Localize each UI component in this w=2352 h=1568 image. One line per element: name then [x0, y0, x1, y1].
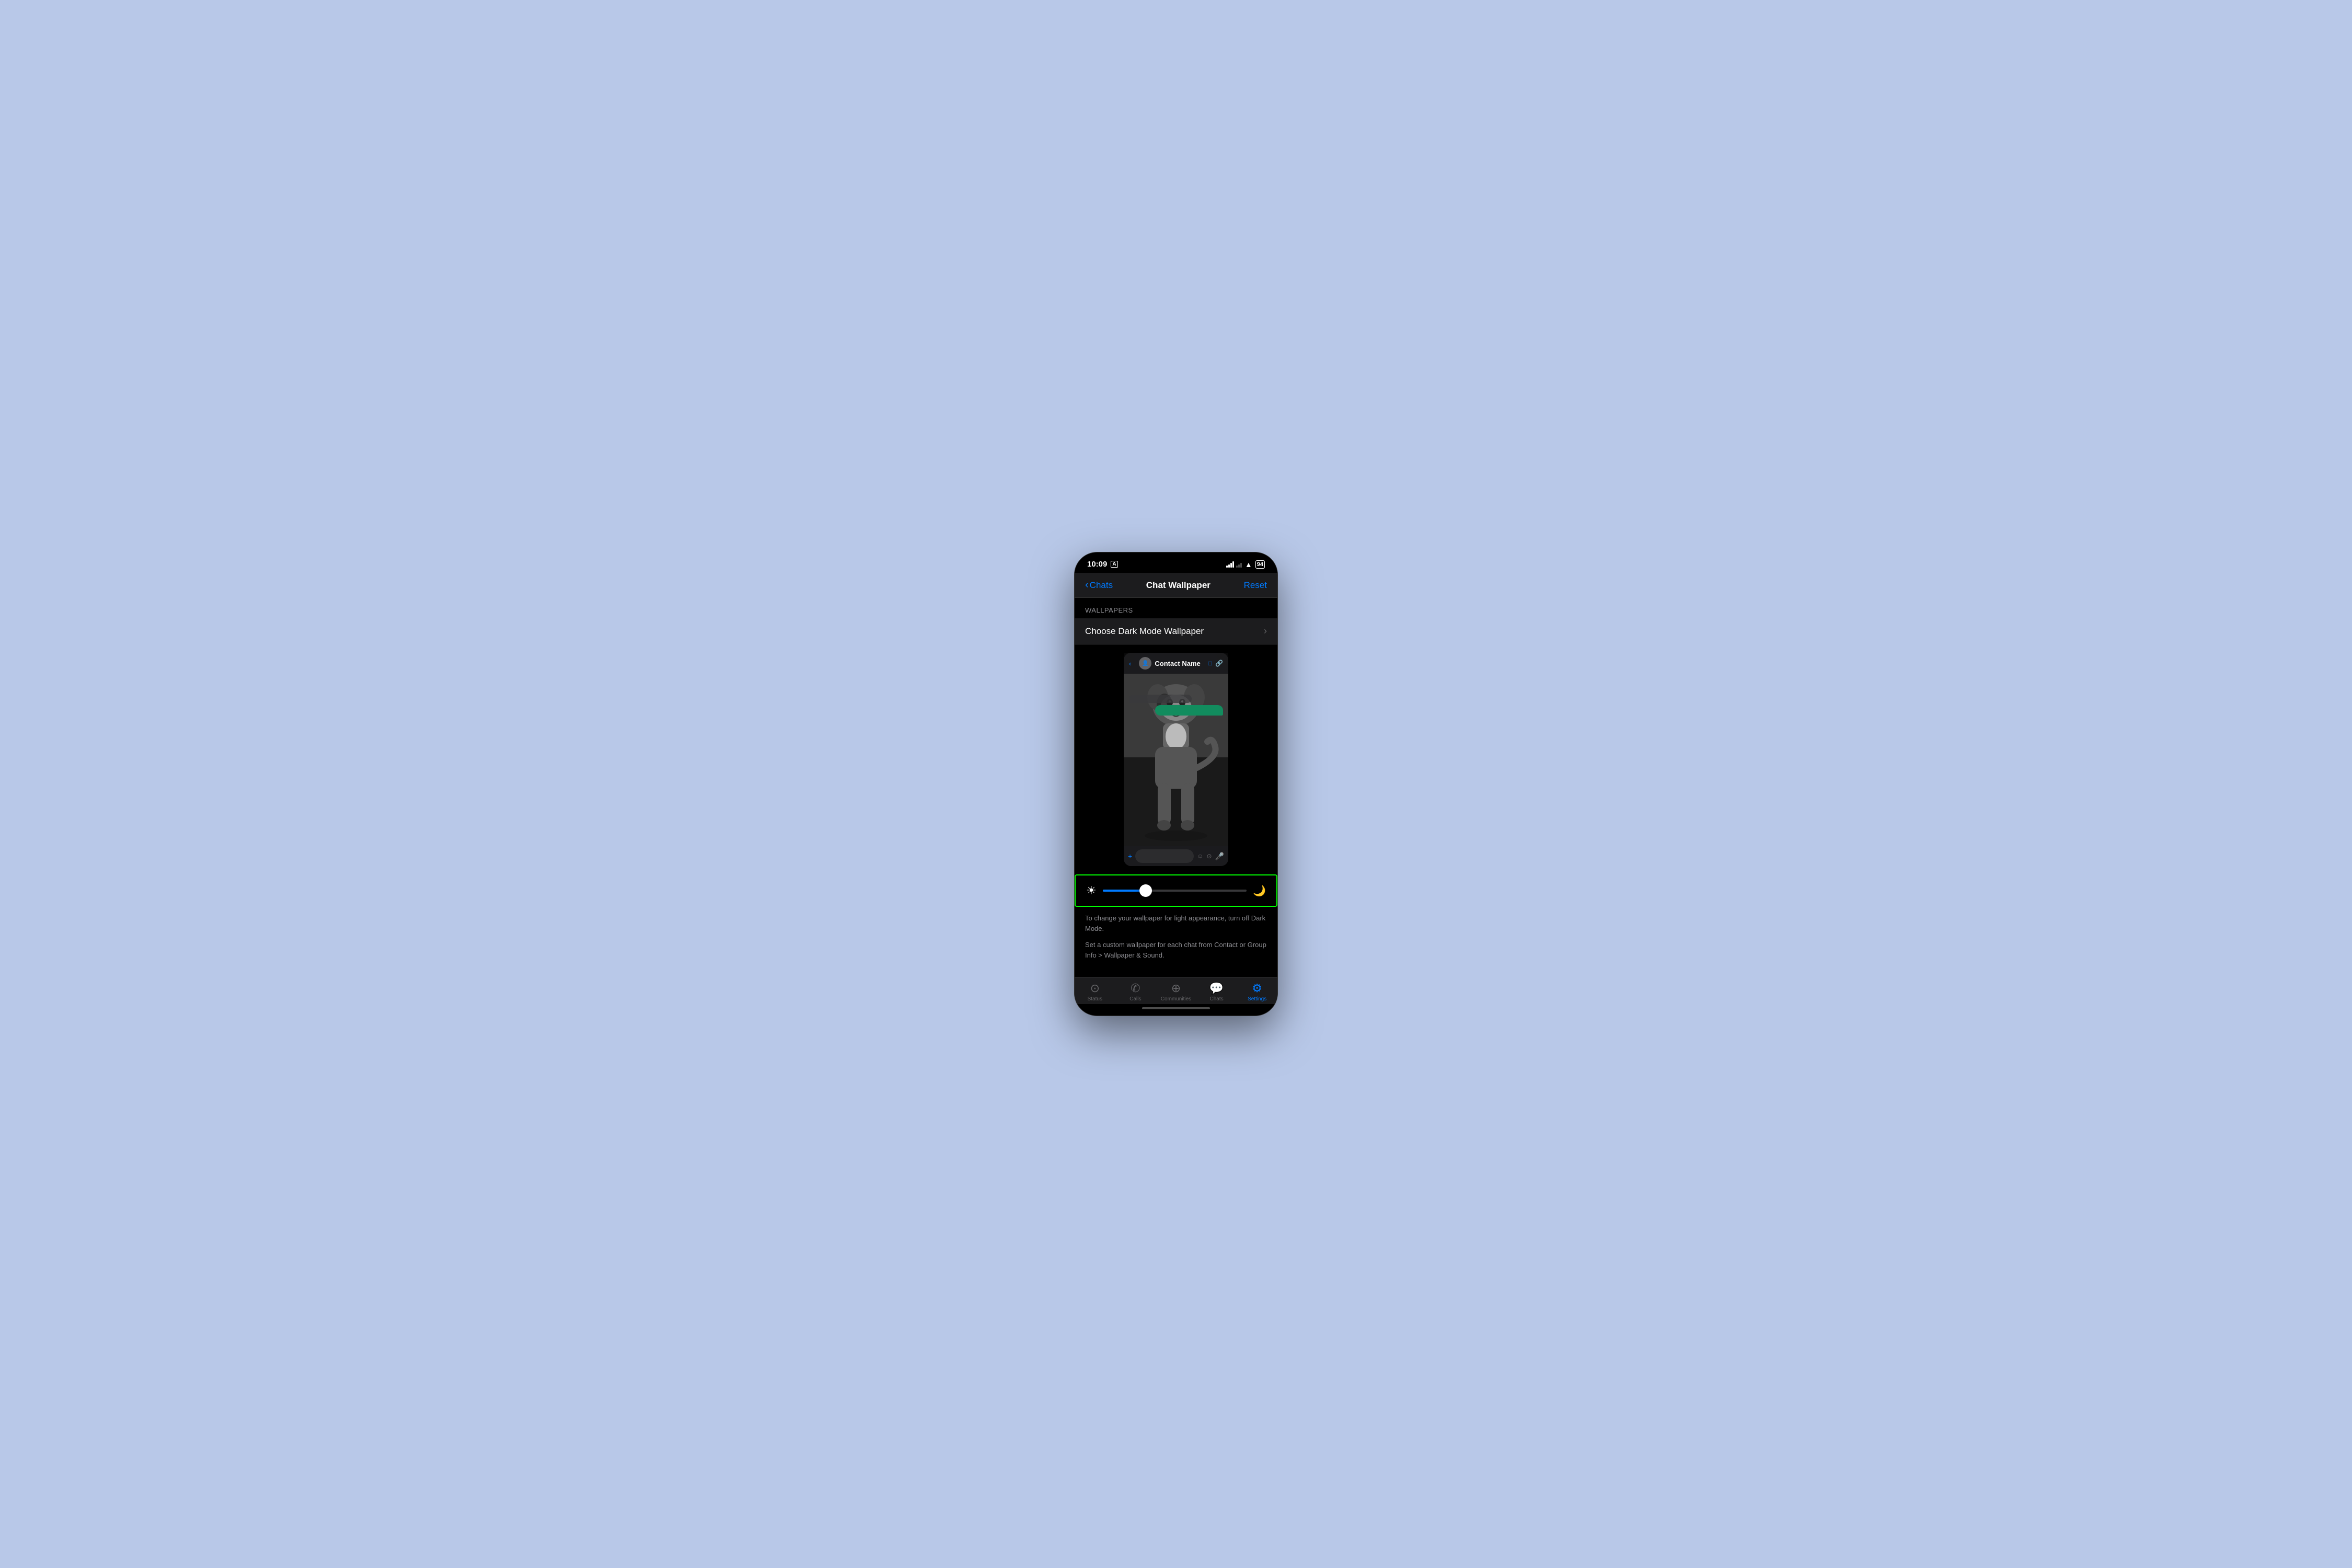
avatar-icon: 👤	[1142, 661, 1148, 666]
wifi-icon: ▲	[1245, 560, 1252, 569]
phone-frame: 10:09 A ▲ 94 ‹ Chats Chat Wal	[1074, 552, 1278, 1016]
message-bubbles	[1129, 695, 1223, 716]
slider-track[interactable]	[1103, 890, 1247, 892]
calls-tab-icon: ✆	[1131, 982, 1140, 995]
input-action-icons: ☺ ⊙	[1197, 852, 1212, 860]
chat-preview: ‹ 👤 Contact Name □ 🔗	[1124, 653, 1228, 866]
wallpapers-section-header: WALLPAPERS	[1075, 598, 1277, 618]
brightness-slider-section: ☀ 🌙	[1075, 874, 1277, 907]
status-time-area: 10:09 A	[1087, 560, 1118, 569]
info-text-dark-mode: To change your wallpaper for light appea…	[1085, 913, 1267, 933]
slider-container: ☀ 🌙	[1086, 884, 1266, 897]
status-tab-label: Status	[1088, 996, 1102, 1002]
calls-tab-label: Calls	[1129, 996, 1141, 1002]
chevron-right-icon: ›	[1264, 626, 1267, 637]
settings-tab-label: Settings	[1248, 996, 1266, 1002]
chat-preview-body	[1124, 674, 1228, 846]
dog-wallpaper-image	[1124, 674, 1228, 846]
page-title: Chat Wallpaper	[1146, 580, 1210, 591]
contact-name: Contact Name	[1155, 660, 1200, 667]
chat-preview-back-icon: ‹	[1129, 660, 1131, 667]
tab-calls[interactable]: ✆ Calls	[1115, 982, 1156, 1002]
tab-settings[interactable]: ⚙ Settings	[1237, 982, 1277, 1002]
video-call-icon: □	[1208, 660, 1212, 667]
received-message-bubble	[1129, 695, 1192, 703]
back-button[interactable]: ‹ Chats	[1085, 579, 1113, 591]
attachment-icon: +	[1128, 852, 1132, 860]
communities-tab-label: Communities	[1161, 996, 1191, 1002]
signal-icon	[1226, 561, 1242, 568]
chat-preview-action-icons: □ 🔗	[1208, 660, 1223, 667]
contact-avatar: 👤	[1139, 657, 1151, 670]
status-bar: 10:09 A ▲ 94	[1075, 552, 1277, 573]
microphone-icon: 🎤	[1215, 852, 1224, 861]
tab-bar: ⊙ Status ✆ Calls ⊕ Communities 💬 Chats ⚙…	[1075, 977, 1277, 1004]
info-text-custom-wallpaper: Set a custom wallpaper for each chat fro…	[1085, 940, 1267, 960]
chat-preview-contact: 👤 Contact Name	[1139, 657, 1200, 670]
chat-preview-container: ‹ 👤 Contact Name □ 🔗	[1075, 644, 1277, 874]
moon-icon: 🌙	[1253, 884, 1266, 897]
nav-bar: ‹ Chats Chat Wallpaper Reset	[1075, 573, 1277, 598]
battery-icon: 94	[1255, 560, 1265, 569]
phone-call-icon: 🔗	[1215, 660, 1223, 667]
info-section: To change your wallpaper for light appea…	[1075, 907, 1277, 977]
status-tab-icon: ⊙	[1090, 982, 1100, 995]
status-indicator: A	[1111, 561, 1117, 568]
chats-tab-label: Chats	[1210, 996, 1224, 1002]
chat-preview-header: ‹ 👤 Contact Name □ 🔗	[1124, 653, 1228, 674]
slider-thumb[interactable]	[1139, 884, 1152, 897]
reset-button[interactable]: Reset	[1244, 580, 1267, 591]
message-input-field	[1135, 849, 1194, 863]
settings-tab-icon: ⚙	[1252, 982, 1262, 995]
battery-level: 94	[1257, 561, 1263, 568]
choose-dark-mode-wallpaper-label: Choose Dark Mode Wallpaper	[1085, 626, 1204, 637]
tab-chats[interactable]: 💬 Chats	[1196, 982, 1237, 1002]
back-label: Chats	[1090, 580, 1113, 591]
communities-tab-icon: ⊕	[1171, 982, 1181, 995]
home-bar	[1142, 1007, 1210, 1009]
sent-message-bubble	[1155, 705, 1223, 716]
tab-communities[interactable]: ⊕ Communities	[1156, 982, 1196, 1002]
chat-input-bar: + ☺ ⊙ 🎤	[1124, 846, 1228, 866]
sticker-icon: ☺	[1197, 852, 1203, 860]
back-chevron-icon: ‹	[1085, 579, 1089, 591]
tab-status[interactable]: ⊙ Status	[1075, 982, 1115, 1002]
chats-tab-icon: 💬	[1209, 982, 1224, 995]
camera-icon: ⊙	[1207, 852, 1212, 860]
status-icons: ▲ 94	[1226, 560, 1265, 569]
sun-icon: ☀	[1086, 884, 1097, 897]
home-indicator	[1075, 1004, 1277, 1016]
status-time: 10:09	[1087, 560, 1107, 569]
choose-dark-mode-wallpaper-item[interactable]: Choose Dark Mode Wallpaper ›	[1075, 618, 1277, 644]
